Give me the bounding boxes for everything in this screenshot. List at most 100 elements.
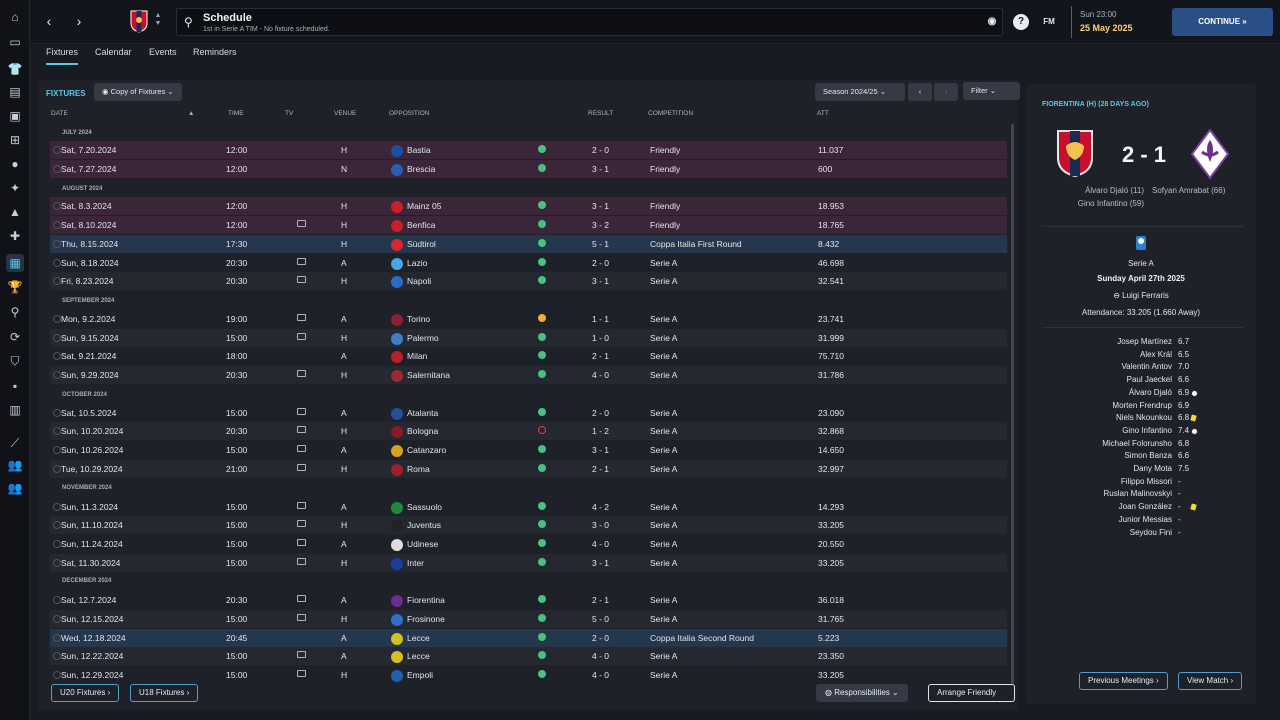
u20-fixtures-button[interactable]: U20 Fixtures › [51,684,120,702]
fixture-competition[interactable]: Serie A [650,670,677,680]
select-radio[interactable] [53,314,61,323]
fixture-competition[interactable]: Serie A [650,426,677,436]
tab-reminders[interactable]: Reminders [193,47,237,57]
player-name[interactable]: Álvaro Djaló [1072,388,1172,397]
fixture-row[interactable]: Sun, 12.29.2024 15:00 H Empoli 4 - 0 Serie A 3… [50,666,1007,684]
fixture-result[interactable]: 3 - 2 [592,220,609,230]
filter-button[interactable]: Filter ⌄ [963,82,1020,100]
forward-button[interactable]: › [70,12,88,30]
fixture-competition[interactable]: Serie A [650,502,677,512]
fixture-opposition[interactable]: Inter [407,558,424,568]
fixture-row[interactable]: Sun, 11.3.2024 15:00 A Sassuolo 4 - 2 Serie A… [50,498,1007,516]
fixture-result[interactable]: 5 - 0 [592,614,609,624]
schedule-icon[interactable]: ▦ [6,254,24,272]
fixture-competition[interactable]: Serie A [650,558,677,568]
manager-icon[interactable]: 👥 [6,456,24,474]
fixture-opposition[interactable]: Bologna [407,426,438,436]
select-radio[interactable] [53,615,61,623]
fixture-row[interactable]: Sat, 12.7.2024 20:30 A Fiorentina 2 - 1 Serie… [50,591,1007,609]
fixture-competition[interactable]: Serie A [650,445,677,455]
fixture-opposition[interactable]: Brescia [407,164,435,174]
fixture-row[interactable]: Sat, 7.27.2024 12:00 N Brescia 3 - 1 Friendly… [50,159,1007,178]
col-date[interactable]: DATE [51,110,68,117]
player-name[interactable]: Josep Martínez [1072,337,1172,346]
fixture-result[interactable]: 1 - 2 [592,426,609,436]
fixture-competition[interactable]: Serie A [650,595,677,605]
select-radio[interactable] [53,352,61,361]
fixture-opposition[interactable]: Udinese [407,539,438,549]
fixture-opposition[interactable]: Atalanta [407,408,438,418]
scrollbar[interactable] [1011,124,1014,684]
tactics-icon[interactable]: ▤ [6,83,24,101]
select-radio[interactable] [53,146,61,154]
select-radio[interactable] [53,446,61,455]
back-button[interactable]: ‹ [40,12,58,30]
fixture-opposition[interactable]: Benfica [407,220,435,230]
player-name[interactable]: Niels Nkounkou [1072,413,1172,422]
match-title[interactable]: FIORENTINA (H) (28 DAYS AGO) [1042,101,1149,108]
select-radio[interactable] [53,277,61,286]
tab-calendar[interactable]: Calendar [95,47,132,57]
fixture-result[interactable]: 2 - 1 [592,464,609,474]
fixture-row[interactable]: Sun, 12.15.2024 15:00 H Frosinone 5 - 0 Serie… [50,610,1007,628]
fixture-opposition[interactable]: Südtirol [407,239,436,249]
scouting-icon[interactable]: ⚲ [6,303,24,321]
fixture-row[interactable]: Sat, 8.10.2024 12:00 H Benfica 3 - 2 Friendly… [50,216,1007,235]
help-icon[interactable]: ? [1013,14,1029,30]
fixture-opposition[interactable]: Roma [407,464,430,474]
fixture-competition[interactable]: Serie A [650,408,677,418]
fixture-opposition[interactable]: Mainz 05 [407,201,442,211]
fixture-result[interactable]: 3 - 1 [592,201,609,211]
home-icon[interactable]: ⌂ [6,8,24,26]
col-time[interactable]: TIME [228,110,244,117]
fixture-competition[interactable]: Serie A [650,370,677,380]
fm-menu-icon[interactable]: FM [1041,14,1057,30]
fixture-row[interactable]: Sun, 9.29.2024 20:30 H Salernitana 4 - 0 Seri… [50,366,1007,384]
finances-icon[interactable]: ▪ [6,377,24,395]
fixture-competition[interactable]: Coppa Italia First Round [650,239,742,249]
fixture-competition[interactable]: Serie A [650,333,677,343]
fixture-competition[interactable]: Serie A [650,539,677,549]
select-radio[interactable] [53,427,61,436]
fixture-row[interactable]: Sat, 7.20.2024 12:00 H Bastia 2 - 0 Friendly 1… [50,141,1007,159]
col-tv[interactable]: TV [285,110,293,117]
transfers-icon[interactable]: ⟳ [6,328,24,346]
fixture-row[interactable]: Sun, 8.18.2024 20:30 A Lazio 2 - 0 Serie A 46.… [50,254,1007,272]
prev-season-button[interactable]: ‹ [908,83,932,101]
fixture-competition[interactable]: Serie A [650,276,677,286]
fixture-opposition[interactable]: Frosinone [407,614,445,624]
fixture-row[interactable]: Wed, 12.18.2024 20:45 A Lecce 2 - 0 Coppa Ita… [50,628,1007,647]
club-crest-icon[interactable] [130,9,148,33]
fixture-opposition[interactable]: Palermo [407,333,439,343]
fixture-result[interactable]: 2 - 0 [592,408,609,418]
fixture-competition[interactable]: Friendly [650,201,680,211]
view-dropdown[interactable]: ◉ Copy of Fixtures ⌄ [94,83,182,101]
player-name[interactable]: Alex Král [1072,350,1172,359]
player-name[interactable]: Gino Infantino [1072,426,1172,435]
fixture-row[interactable]: Sun, 12.22.2024 15:00 A Lecce 4 - 0 Serie A 23… [50,647,1007,666]
fixture-result[interactable]: 4 - 2 [592,502,609,512]
fixture-competition[interactable]: Serie A [650,520,677,530]
fixture-result[interactable]: 3 - 1 [592,276,609,286]
season-dropdown[interactable]: Season 2024/25 ⌄ [815,83,905,101]
player-name[interactable]: Paul Jaeckel [1072,375,1172,384]
fixture-competition[interactable]: Friendly [650,164,680,174]
fixture-competition[interactable]: Serie A [650,614,677,624]
fixture-row[interactable]: Fri, 8.23.2024 20:30 H Napoli 3 - 1 Serie A 32… [50,272,1007,291]
view-match-button[interactable]: View Match › [1178,672,1243,690]
player-name[interactable]: Dany Mota [1072,464,1172,473]
dynamics-icon[interactable]: ⊞ [6,131,24,149]
u18-fixtures-button[interactable]: U18 Fixtures › [130,684,199,702]
fixture-row[interactable]: Sat, 11.30.2024 15:00 H Inter 3 - 1 Serie A 33… [50,553,1007,572]
fixture-opposition[interactable]: Fiorentina [407,595,445,605]
next-season-button[interactable]: › [934,83,958,101]
profile-icon[interactable]: 👥 [6,479,24,497]
fixture-row[interactable]: Sun, 9.15.2024 15:00 H Palermo 1 - 0 Serie A 3… [50,328,1007,347]
fixture-result[interactable]: 2 - 0 [592,258,609,268]
search-box[interactable]: ⚲ Schedule 1st in Serie A TIM - No fixtu… [176,8,1003,36]
fixture-opposition[interactable]: Sassuolo [407,502,442,512]
club-switch-arrows-icon[interactable]: ▲ ▼ [153,12,163,28]
fixture-result[interactable]: 4 - 0 [592,670,609,680]
fixture-opposition[interactable]: Bastia [407,145,431,155]
select-radio[interactable] [53,521,61,530]
